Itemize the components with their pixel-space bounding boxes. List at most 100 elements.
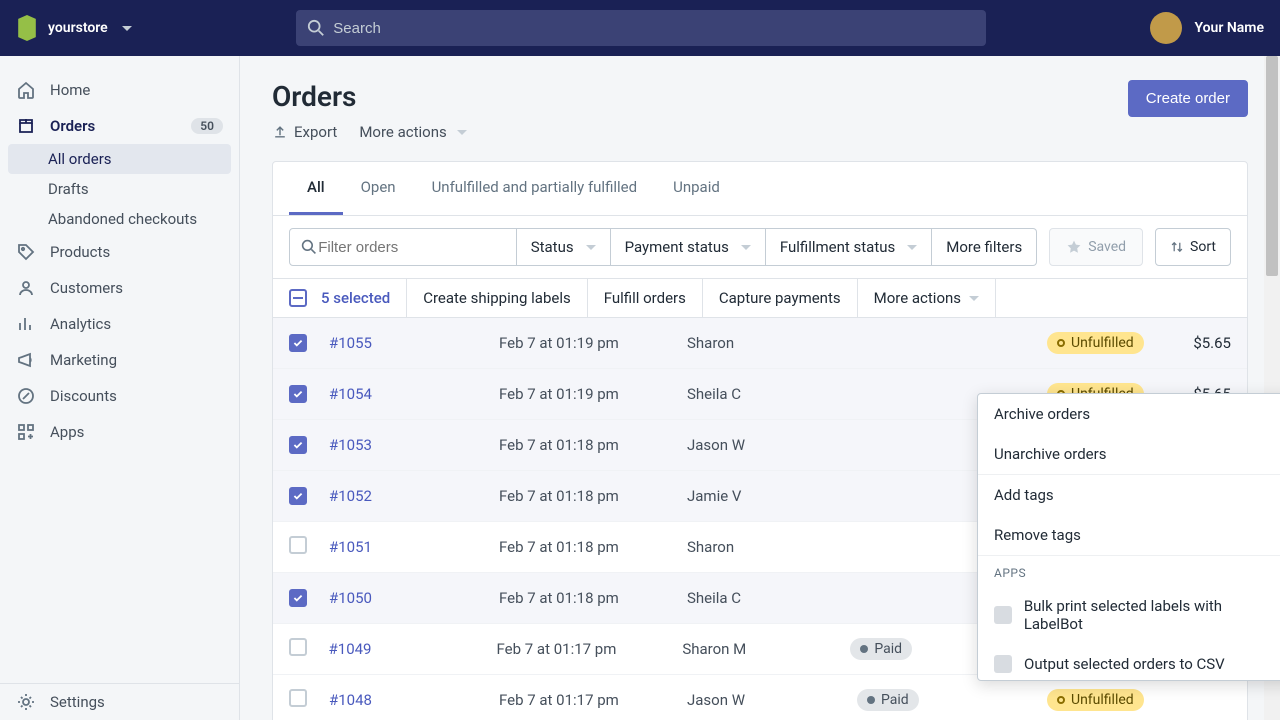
bulk-more-actions[interactable]: More actions bbox=[858, 279, 996, 317]
nav-discounts[interactable]: Discounts bbox=[0, 378, 239, 414]
tag-icon bbox=[16, 242, 36, 262]
order-id-link[interactable]: #1054 bbox=[329, 385, 499, 403]
nav-marketing[interactable]: Marketing bbox=[0, 342, 239, 378]
avatar bbox=[1150, 12, 1182, 44]
table-row[interactable]: #1048Feb 7 at 01:17 pmJason WPaidUnfulfi… bbox=[273, 675, 1247, 720]
order-customer: Jason W bbox=[687, 691, 857, 709]
order-id-link[interactable]: #1053 bbox=[329, 436, 499, 454]
order-id-link[interactable]: #1052 bbox=[329, 487, 499, 505]
nav-label: Orders bbox=[50, 117, 95, 135]
store-switcher[interactable]: yourstore bbox=[16, 15, 132, 41]
search-box[interactable] bbox=[296, 10, 986, 46]
nav-orders[interactable]: Orders 50 bbox=[0, 108, 239, 144]
search-icon bbox=[300, 237, 318, 257]
order-date: Feb 7 at 01:19 pm bbox=[499, 334, 687, 352]
filter-more[interactable]: More filters bbox=[932, 228, 1037, 266]
scrollbar-thumb[interactable] bbox=[1266, 56, 1278, 276]
dd-archive[interactable]: Archive orders bbox=[978, 394, 1280, 434]
dd-app-labelbot[interactable]: Bulk print selected labels with LabelBot bbox=[978, 586, 1280, 644]
order-id-link[interactable]: #1050 bbox=[329, 589, 499, 607]
export-button[interactable]: Export bbox=[272, 123, 337, 141]
nav-label: Settings bbox=[50, 693, 105, 711]
saved-button: Saved bbox=[1049, 228, 1143, 266]
filter-fulfillment[interactable]: Fulfillment status bbox=[766, 228, 932, 266]
dd-remove-tags[interactable]: Remove tags bbox=[978, 515, 1280, 555]
bulk-selected[interactable]: 5 selected bbox=[273, 279, 407, 317]
row-checkbox[interactable] bbox=[289, 536, 307, 554]
sort-icon bbox=[1170, 240, 1184, 254]
order-customer: Sharon bbox=[687, 538, 857, 556]
order-customer: Sharon bbox=[687, 334, 857, 352]
filter-input[interactable] bbox=[318, 239, 505, 256]
tab-unfulfilled[interactable]: Unfulfilled and partially fulfilled bbox=[414, 162, 656, 215]
order-id-link[interactable]: #1049 bbox=[329, 640, 497, 658]
nav-sub-abandoned[interactable]: Abandoned checkouts bbox=[0, 204, 239, 234]
row-checkbox[interactable] bbox=[289, 487, 307, 505]
nav-label: Customers bbox=[50, 279, 123, 297]
order-date: Feb 7 at 01:18 pm bbox=[499, 436, 687, 454]
row-checkbox[interactable] bbox=[289, 334, 307, 352]
checkbox-indeterminate-icon[interactable] bbox=[289, 289, 307, 307]
order-date: Feb 7 at 01:18 pm bbox=[499, 589, 687, 607]
nav-badge: 50 bbox=[191, 118, 223, 134]
order-customer: Sheila C bbox=[687, 589, 857, 607]
order-payment: Paid bbox=[857, 689, 1047, 711]
tabs: All Open Unfulfilled and partially fulfi… bbox=[273, 162, 1247, 216]
topbar: yourstore Your Name bbox=[0, 0, 1280, 56]
page-title: Orders bbox=[272, 80, 356, 113]
search-wrap bbox=[148, 10, 1135, 46]
chevron-down-icon bbox=[457, 130, 467, 135]
bulk-capture[interactable]: Capture payments bbox=[703, 279, 858, 317]
nav-analytics[interactable]: Analytics bbox=[0, 306, 239, 342]
app-icon bbox=[994, 655, 1012, 673]
table-row[interactable]: #1055Feb 7 at 01:19 pmSharonUnfulfilled$… bbox=[273, 318, 1247, 369]
dd-add-tags[interactable]: Add tags bbox=[978, 475, 1280, 515]
nav-customers[interactable]: Customers bbox=[0, 270, 239, 306]
nav-label: Analytics bbox=[50, 315, 111, 333]
order-customer: Jamie V bbox=[687, 487, 857, 505]
row-checkbox[interactable] bbox=[289, 689, 307, 707]
row-checkbox[interactable] bbox=[289, 589, 307, 607]
create-order-button[interactable]: Create order bbox=[1128, 80, 1248, 117]
order-date: Feb 7 at 01:17 pm bbox=[499, 691, 687, 709]
nav-sub-all-orders[interactable]: All orders bbox=[8, 144, 231, 174]
main-content: Orders Create order Export More actions … bbox=[240, 56, 1280, 720]
tab-unpaid[interactable]: Unpaid bbox=[655, 162, 738, 215]
nav-apps[interactable]: Apps bbox=[0, 414, 239, 450]
shopify-logo-icon bbox=[16, 15, 38, 41]
tab-all[interactable]: All bbox=[289, 162, 343, 215]
user-menu[interactable]: Your Name bbox=[1150, 12, 1264, 44]
search-icon bbox=[306, 18, 325, 38]
bulk-fulfill[interactable]: Fulfill orders bbox=[588, 279, 703, 317]
nav-home[interactable]: Home bbox=[0, 72, 239, 108]
bulk-action-bar: 5 selected Create shipping labels Fulfil… bbox=[273, 278, 1247, 318]
bulk-shipping-labels[interactable]: Create shipping labels bbox=[407, 279, 588, 317]
user-name: Your Name bbox=[1194, 20, 1264, 36]
nav-sub-drafts[interactable]: Drafts bbox=[0, 174, 239, 204]
filter-status[interactable]: Status bbox=[517, 228, 611, 266]
dd-unarchive[interactable]: Unarchive orders bbox=[978, 434, 1280, 474]
chevron-down-icon bbox=[741, 245, 751, 250]
row-checkbox[interactable] bbox=[289, 436, 307, 454]
filter-payment[interactable]: Payment status bbox=[611, 228, 766, 266]
order-id-link[interactable]: #1051 bbox=[329, 538, 499, 556]
star-icon bbox=[1066, 239, 1082, 255]
megaphone-icon bbox=[16, 350, 36, 370]
order-customer: Jason W bbox=[687, 436, 857, 454]
more-actions-button[interactable]: More actions bbox=[359, 123, 466, 141]
order-date: Feb 7 at 01:17 pm bbox=[497, 640, 683, 658]
nav-settings[interactable]: Settings bbox=[0, 684, 239, 720]
nav-label: Apps bbox=[50, 423, 84, 441]
apps-icon bbox=[16, 422, 36, 442]
order-date: Feb 7 at 01:18 pm bbox=[499, 487, 687, 505]
row-checkbox[interactable] bbox=[289, 638, 307, 656]
filter-input-wrap[interactable] bbox=[289, 228, 517, 266]
tab-open[interactable]: Open bbox=[343, 162, 414, 215]
order-id-link[interactable]: #1055 bbox=[329, 334, 499, 352]
sort-button[interactable]: Sort bbox=[1155, 228, 1231, 266]
dd-app-csv[interactable]: Output selected orders to CSV bbox=[978, 644, 1280, 680]
nav-products[interactable]: Products bbox=[0, 234, 239, 270]
row-checkbox[interactable] bbox=[289, 385, 307, 403]
order-id-link[interactable]: #1048 bbox=[329, 691, 499, 709]
search-input[interactable] bbox=[333, 20, 976, 37]
